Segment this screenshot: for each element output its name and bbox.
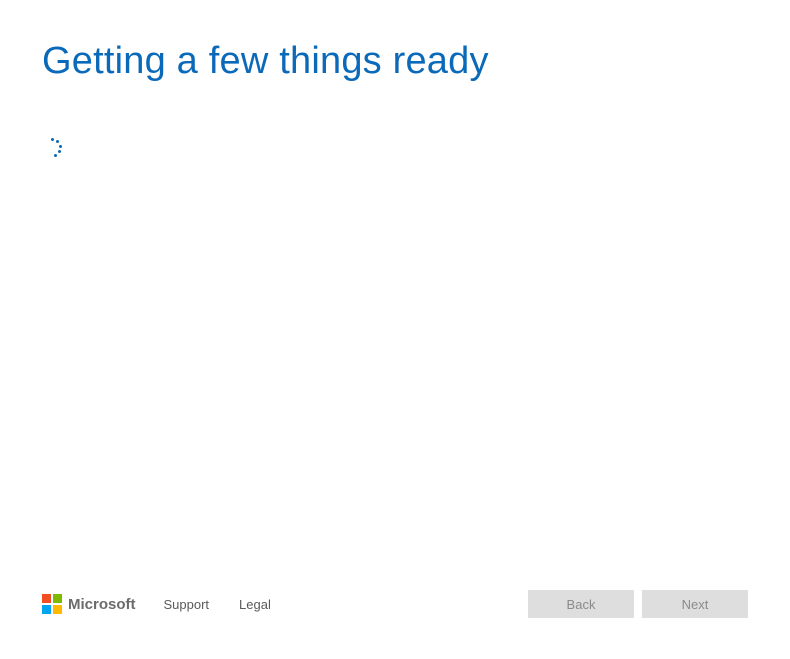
footer: Microsoft Support Legal Back Next [0,589,790,619]
footer-links: Support Legal [164,597,271,612]
microsoft-logo-text: Microsoft [68,596,136,613]
page-title: Getting a few things ready [42,40,489,83]
next-button[interactable]: Next [642,590,748,618]
microsoft-logo: Microsoft [42,594,136,614]
microsoft-logo-icon [42,594,62,614]
support-link[interactable]: Support [164,597,210,612]
back-button[interactable]: Back [528,590,634,618]
legal-link[interactable]: Legal [239,597,271,612]
loading-spinner-icon [42,138,62,158]
footer-buttons: Back Next [528,590,748,618]
